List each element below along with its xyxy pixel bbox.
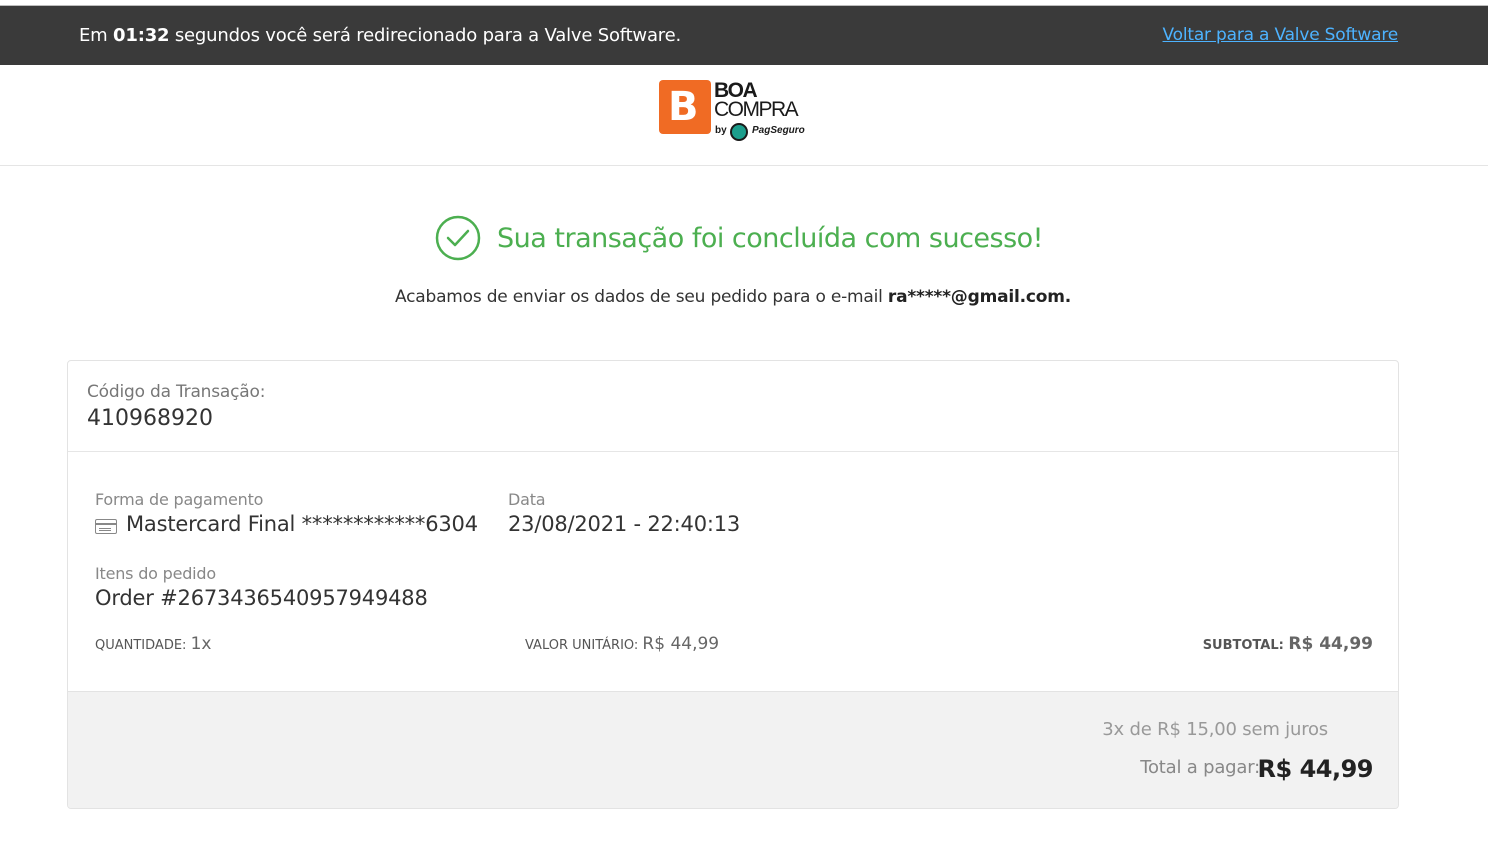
redirect-countdown: 01:32 (113, 25, 170, 46)
order-item-name: Order #2673436540957949488 (95, 586, 428, 610)
totals-section: 3x de R$ 15,00 sem juros Total a pagar: … (68, 691, 1398, 808)
order-items-label: Itens do pedido (95, 564, 216, 583)
redirect-bar: Em 01:32 segundos você será redirecionad… (0, 6, 1488, 65)
boacompra-mark-icon: B (659, 80, 711, 134)
success-title: Sua transação foi concluída com sucesso! (497, 222, 1044, 254)
logo-by: by (715, 125, 727, 136)
unit-price-label: VALOR UNITÁRIO: (525, 638, 639, 653)
back-to-merchant-link[interactable]: Voltar para a Valve Software (1163, 25, 1399, 45)
payment-method-label: Forma de pagamento (95, 490, 264, 509)
quantity-label: QUANTIDADE: (95, 638, 187, 653)
installments-info: 3x de R$ 15,00 sem juros (1102, 719, 1328, 740)
transaction-code-label: Código da Transação: (87, 382, 266, 402)
logo-mark-letter: B (668, 84, 699, 130)
subtotal-label: SUBTOTAL: (1202, 638, 1284, 653)
unit-price: VALOR UNITÁRIO: R$ 44,99 (525, 634, 719, 654)
redirect-suffix: segundos você será redirecionado para a … (174, 25, 681, 46)
email-address: ra*****@gmail.com. (887, 287, 1071, 307)
logo-line2: COMPRA (714, 98, 799, 121)
total-label: Total a pagar: (1140, 757, 1260, 778)
unit-price-value: R$ 44,99 (642, 634, 720, 654)
payment-method-value: Mastercard Final ************6304 (126, 512, 478, 536)
transaction-code: 410968920 (87, 406, 213, 431)
email-confirmation: Acabamos de enviar os dados de seu pedid… (0, 287, 1466, 307)
email-message: Acabamos de enviar os dados de seu pedid… (394, 287, 883, 307)
quantity-value: 1x (190, 634, 212, 654)
transaction-card: Código da Transação: 410968920 Forma de … (67, 360, 1399, 809)
pagseguro-icon (730, 123, 748, 141)
date-value: 23/08/2021 - 22:40:13 (508, 512, 741, 536)
subtotal-value: R$ 44,99 (1288, 634, 1373, 654)
transaction-code-section: Código da Transação: 410968920 (68, 361, 1398, 452)
logo-partner: PagSeguro (752, 125, 805, 136)
page-header: B BOA COMPRA by PagSeguro (0, 65, 1488, 166)
boacompra-logo: B BOA COMPRA by PagSeguro (659, 80, 809, 144)
credit-card-icon (95, 519, 117, 534)
total-value: R$ 44,99 (1257, 755, 1374, 783)
subtotal: SUBTOTAL: R$ 44,99 (1203, 634, 1373, 654)
date-label: Data (508, 490, 546, 509)
quantity: QUANTIDADE: 1x (95, 634, 211, 654)
success-heading: Sua transação foi concluída com sucesso! (435, 215, 1044, 261)
payment-details: Forma de pagamento Mastercard Final ****… (68, 452, 1398, 691)
redirect-prefix: Em (79, 25, 108, 46)
redirect-message: Em 01:32 segundos você será redirecionad… (79, 25, 681, 46)
check-circle-icon (435, 215, 481, 261)
